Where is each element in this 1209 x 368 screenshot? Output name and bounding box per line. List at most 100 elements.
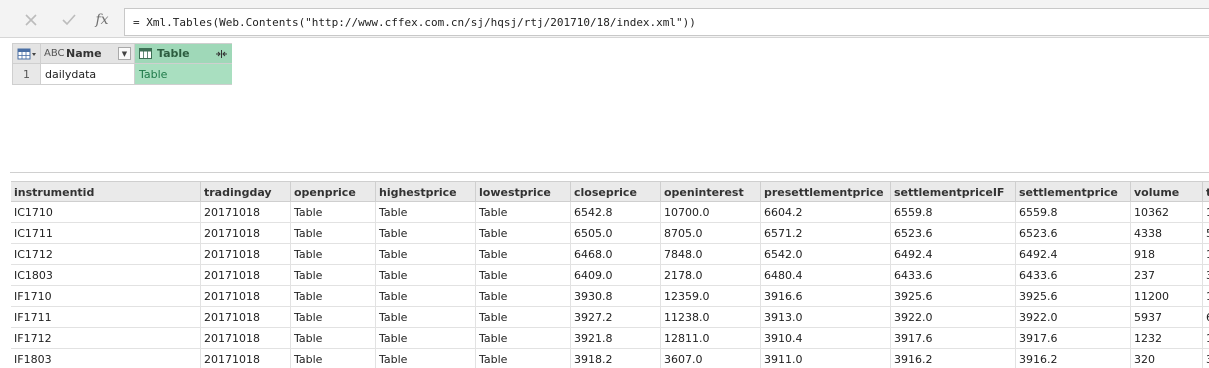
- table-cell[interactable]: 4338: [1131, 223, 1203, 243]
- table-cell[interactable]: Table: [291, 244, 376, 264]
- column-header-name[interactable]: ABC Name ▼: [41, 44, 135, 63]
- table-cell[interactable]: 3: [1203, 265, 1209, 285]
- table-cell[interactable]: 12359.0: [661, 286, 761, 306]
- table-cell[interactable]: 2178.0: [661, 265, 761, 285]
- column-header[interactable]: lowestprice: [476, 182, 571, 202]
- table-cell[interactable]: 3607.0: [661, 349, 761, 368]
- table-cell[interactable]: 20171018: [201, 349, 291, 368]
- column-header[interactable]: settlementprice: [1016, 182, 1131, 202]
- table-cell[interactable]: 6523.6: [891, 223, 1016, 243]
- table-cell[interactable]: Table: [476, 223, 571, 243]
- table-cell[interactable]: 10362: [1131, 202, 1203, 222]
- filter-dropdown-icon[interactable]: ▼: [118, 47, 131, 60]
- table-cell[interactable]: 20171018: [201, 265, 291, 285]
- table-cell[interactable]: Table: [376, 202, 476, 222]
- table-cell[interactable]: 3917.6: [1016, 328, 1131, 348]
- table-cell[interactable]: 3917.6: [891, 328, 1016, 348]
- table-cell[interactable]: 8705.0: [661, 223, 761, 243]
- expand-column-icon[interactable]: [213, 47, 229, 61]
- table-cell[interactable]: 1: [1203, 244, 1209, 264]
- formula-input[interactable]: = Xml.Tables(Web.Contents("http://www.cf…: [124, 8, 1209, 36]
- column-header[interactable]: settlementpriceIF: [891, 182, 1016, 202]
- table-cell[interactable]: 5937: [1131, 307, 1203, 327]
- table-cell[interactable]: Table: [476, 286, 571, 306]
- table-cell[interactable]: 3922.0: [891, 307, 1016, 327]
- name-cell[interactable]: dailydata: [41, 64, 135, 84]
- table-cell[interactable]: 11238.0: [661, 307, 761, 327]
- insert-function-button[interactable]: fx: [92, 10, 112, 30]
- column-header[interactable]: highestprice: [376, 182, 476, 202]
- table-cell[interactable]: Table: [376, 328, 476, 348]
- table-cell[interactable]: 6492.4: [1016, 244, 1131, 264]
- table-cell[interactable]: 1: [1203, 286, 1209, 306]
- table-cell[interactable]: 10700.0: [661, 202, 761, 222]
- table-cell[interactable]: 6433.6: [891, 265, 1016, 285]
- table-cell[interactable]: Table: [476, 307, 571, 327]
- table-cell[interactable]: 3918.2: [571, 349, 661, 368]
- table-cell[interactable]: 20171018: [201, 307, 291, 327]
- column-header-table[interactable]: Table: [135, 44, 232, 63]
- table-cell[interactable]: 3916.2: [1016, 349, 1131, 368]
- table-cell[interactable]: 6571.2: [761, 223, 891, 243]
- table-cell[interactable]: 7848.0: [661, 244, 761, 264]
- table-cell[interactable]: 3916.2: [891, 349, 1016, 368]
- column-header[interactable]: tradingday: [201, 182, 291, 202]
- table-cell[interactable]: 20171018: [201, 328, 291, 348]
- column-header[interactable]: openinterest: [661, 182, 761, 202]
- table-cell[interactable]: 12811.0: [661, 328, 761, 348]
- table-cell[interactable]: 3911.0: [761, 349, 891, 368]
- table-cell[interactable]: 3925.6: [1016, 286, 1131, 306]
- table-cell[interactable]: 3922.0: [1016, 307, 1131, 327]
- table-cell[interactable]: IC1711: [11, 223, 201, 243]
- table-cell[interactable]: Table: [376, 349, 476, 368]
- table-cell[interactable]: Table: [291, 307, 376, 327]
- table-cell[interactable]: IC1712: [11, 244, 201, 264]
- table-cell[interactable]: IC1710: [11, 202, 201, 222]
- table-cell[interactable]: 6542.8: [571, 202, 661, 222]
- table-cell[interactable]: 20171018: [201, 223, 291, 243]
- table-cell[interactable]: IF1803: [11, 349, 201, 368]
- table-cell[interactable]: 6492.4: [891, 244, 1016, 264]
- table-cell[interactable]: IF1711: [11, 307, 201, 327]
- table-cell[interactable]: 237: [1131, 265, 1203, 285]
- table-cell[interactable]: 5: [1203, 223, 1209, 243]
- table-cell[interactable]: Table: [476, 265, 571, 285]
- table-cell[interactable]: 6542.0: [761, 244, 891, 264]
- table-cell[interactable]: Table: [376, 286, 476, 306]
- table-cell[interactable]: 3: [1203, 349, 1209, 368]
- table-cell[interactable]: 6559.8: [1016, 202, 1131, 222]
- table-cell[interactable]: 3930.8: [571, 286, 661, 306]
- table-cell[interactable]: Table: [376, 244, 476, 264]
- table-cell[interactable]: 3927.2: [571, 307, 661, 327]
- column-header[interactable]: openprice: [291, 182, 376, 202]
- text-type-icon[interactable]: ABC: [44, 48, 65, 59]
- column-header[interactable]: t: [1203, 182, 1209, 202]
- table-cell[interactable]: 20171018: [201, 202, 291, 222]
- table-cell[interactable]: Table: [476, 244, 571, 264]
- table-cell[interactable]: 3910.4: [761, 328, 891, 348]
- table-cell[interactable]: 6468.0: [571, 244, 661, 264]
- table-cell[interactable]: Table: [291, 349, 376, 368]
- table-cell[interactable]: 6559.8: [891, 202, 1016, 222]
- table-cell[interactable]: 3913.0: [761, 307, 891, 327]
- table-cell[interactable]: 6604.2: [761, 202, 891, 222]
- table-cell[interactable]: Table: [476, 202, 571, 222]
- table-cell[interactable]: IF1712: [11, 328, 201, 348]
- table-cell[interactable]: Table: [376, 265, 476, 285]
- table-cell[interactable]: 6505.0: [571, 223, 661, 243]
- table-cell[interactable]: 320: [1131, 349, 1203, 368]
- table-cell[interactable]: 918: [1131, 244, 1203, 264]
- table-cell[interactable]: 6433.6: [1016, 265, 1131, 285]
- table-cell[interactable]: Table: [291, 202, 376, 222]
- table-cell[interactable]: 3921.8: [571, 328, 661, 348]
- table-cell[interactable]: 3925.6: [891, 286, 1016, 306]
- table-cell[interactable]: 11200: [1131, 286, 1203, 306]
- table-cell[interactable]: 6409.0: [571, 265, 661, 285]
- table-cell[interactable]: IF1710: [11, 286, 201, 306]
- table-cell[interactable]: Table: [291, 286, 376, 306]
- table-cell[interactable]: Table: [291, 223, 376, 243]
- pane-splitter[interactable]: [10, 172, 1209, 173]
- table-cell[interactable]: Table: [291, 265, 376, 285]
- column-header[interactable]: presettlementprice: [761, 182, 891, 202]
- table-cell[interactable]: 3916.6: [761, 286, 891, 306]
